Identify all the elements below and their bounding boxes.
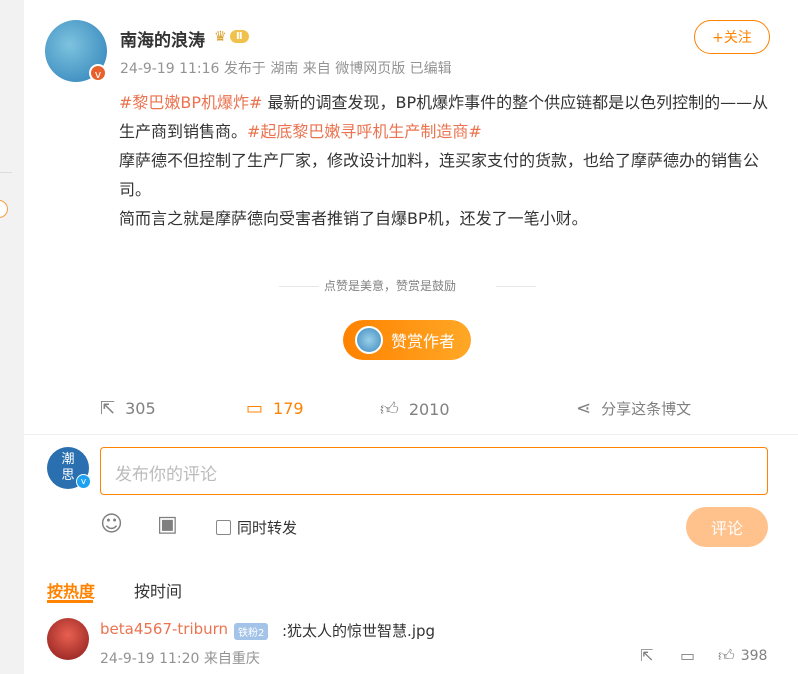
comment-input[interactable]: 发布你的评论 [100,447,768,495]
post-text: 简而言之就是摩萨德向受害者推销了自爆BP机，还发了一笔小财。 [119,209,588,228]
divider-text: 点赞是美意，赞赏是鼓励 [324,279,457,293]
comment-time: 24-9-19 11:20 来自重庆 [100,651,260,667]
left-divider [0,172,12,173]
image-icon[interactable]: ▣ [157,512,178,537]
sync-repost-label: 同时转发 [237,519,298,537]
verified-badge-icon: v [76,474,91,489]
share-icon: ⋖ [576,398,592,419]
like-button[interactable]: 👍︎ 2010 [380,398,450,420]
reward-label: 赞赏作者 [391,332,456,351]
commenter-name[interactable]: beta4567-triburn [100,620,228,638]
level-badge: Ⅱ [230,30,249,43]
thumb-up-icon: 👍︎ [718,646,735,665]
hashtag-link[interactable]: #起底黎巴嫩寻呼机生产制造商# [247,122,482,141]
comment-text: :犹太人的惊世智慧.jpg [282,622,436,640]
verified-badge-icon: v [89,64,107,82]
post-meta: 24-9-19 11:16 发布于 湖南 来自 微博网页版 已编辑 [120,61,452,77]
repost-count: 305 [125,399,156,418]
weibo-post-card: v 南海的浪涛 ♛ Ⅱ 24-9-19 11:16 发布于 湖南 来自 微博网页… [24,0,798,674]
fan-badge: 铁粉2 [234,623,269,640]
comment-icon: ▭ [246,398,264,419]
submit-comment-button[interactable]: 评论 [686,507,768,547]
thumb-up-icon: 👍︎ [380,399,399,420]
comment-count: 179 [273,399,304,418]
emoji-icon[interactable]: ☺ [100,512,123,537]
author-name[interactable]: 南海的浪涛 [120,26,205,51]
share-button[interactable]: ⋖ 分享这条博文 [576,398,691,419]
post-text: 摩萨德不但控制了生产厂家，修改设计加料，连买家支付的货款，也给了摩萨德办的销售公… [119,151,760,199]
post-body: #黎巴嫩BP机爆炸# 最新的调查发现，BP机爆炸事件的整个供应链都是以色列控制的… [119,88,769,233]
active-tab-indicator [47,600,93,603]
hashtag-link[interactable]: #黎巴嫩BP机爆炸# [119,93,262,112]
commenter-avatar[interactable] [47,618,89,660]
left-panel-button[interactable] [0,200,8,218]
comment-like-count: 398 [740,648,768,664]
comment-repost-icon[interactable]: ⇱ [640,646,653,665]
repost-icon: ⇱ [100,398,116,419]
author-mini-avatar [355,326,383,354]
section-divider [24,434,798,435]
follow-button[interactable]: +关注 [694,20,770,54]
sort-by-hot-tab[interactable]: 按热度 [47,578,95,602]
like-count: 2010 [408,399,450,419]
divider-line [496,286,536,287]
share-label: 分享这条博文 [601,400,692,418]
crown-icon: ♛ [214,29,227,45]
sync-repost-checkbox[interactable]: 同时转发 [216,517,297,538]
comment-button[interactable]: ▭ 179 [246,398,304,419]
checkbox-box[interactable] [216,520,231,535]
comment-reply-icon[interactable]: ▭ [680,646,695,665]
sort-by-time-tab[interactable]: 按时间 [134,578,182,602]
divider-line [279,286,319,287]
repost-button[interactable]: ⇱ 305 [100,398,156,419]
reward-author-button[interactable]: 赞赏作者 [343,320,471,360]
comment-like-button[interactable]: 👍︎ 398 [718,646,767,666]
